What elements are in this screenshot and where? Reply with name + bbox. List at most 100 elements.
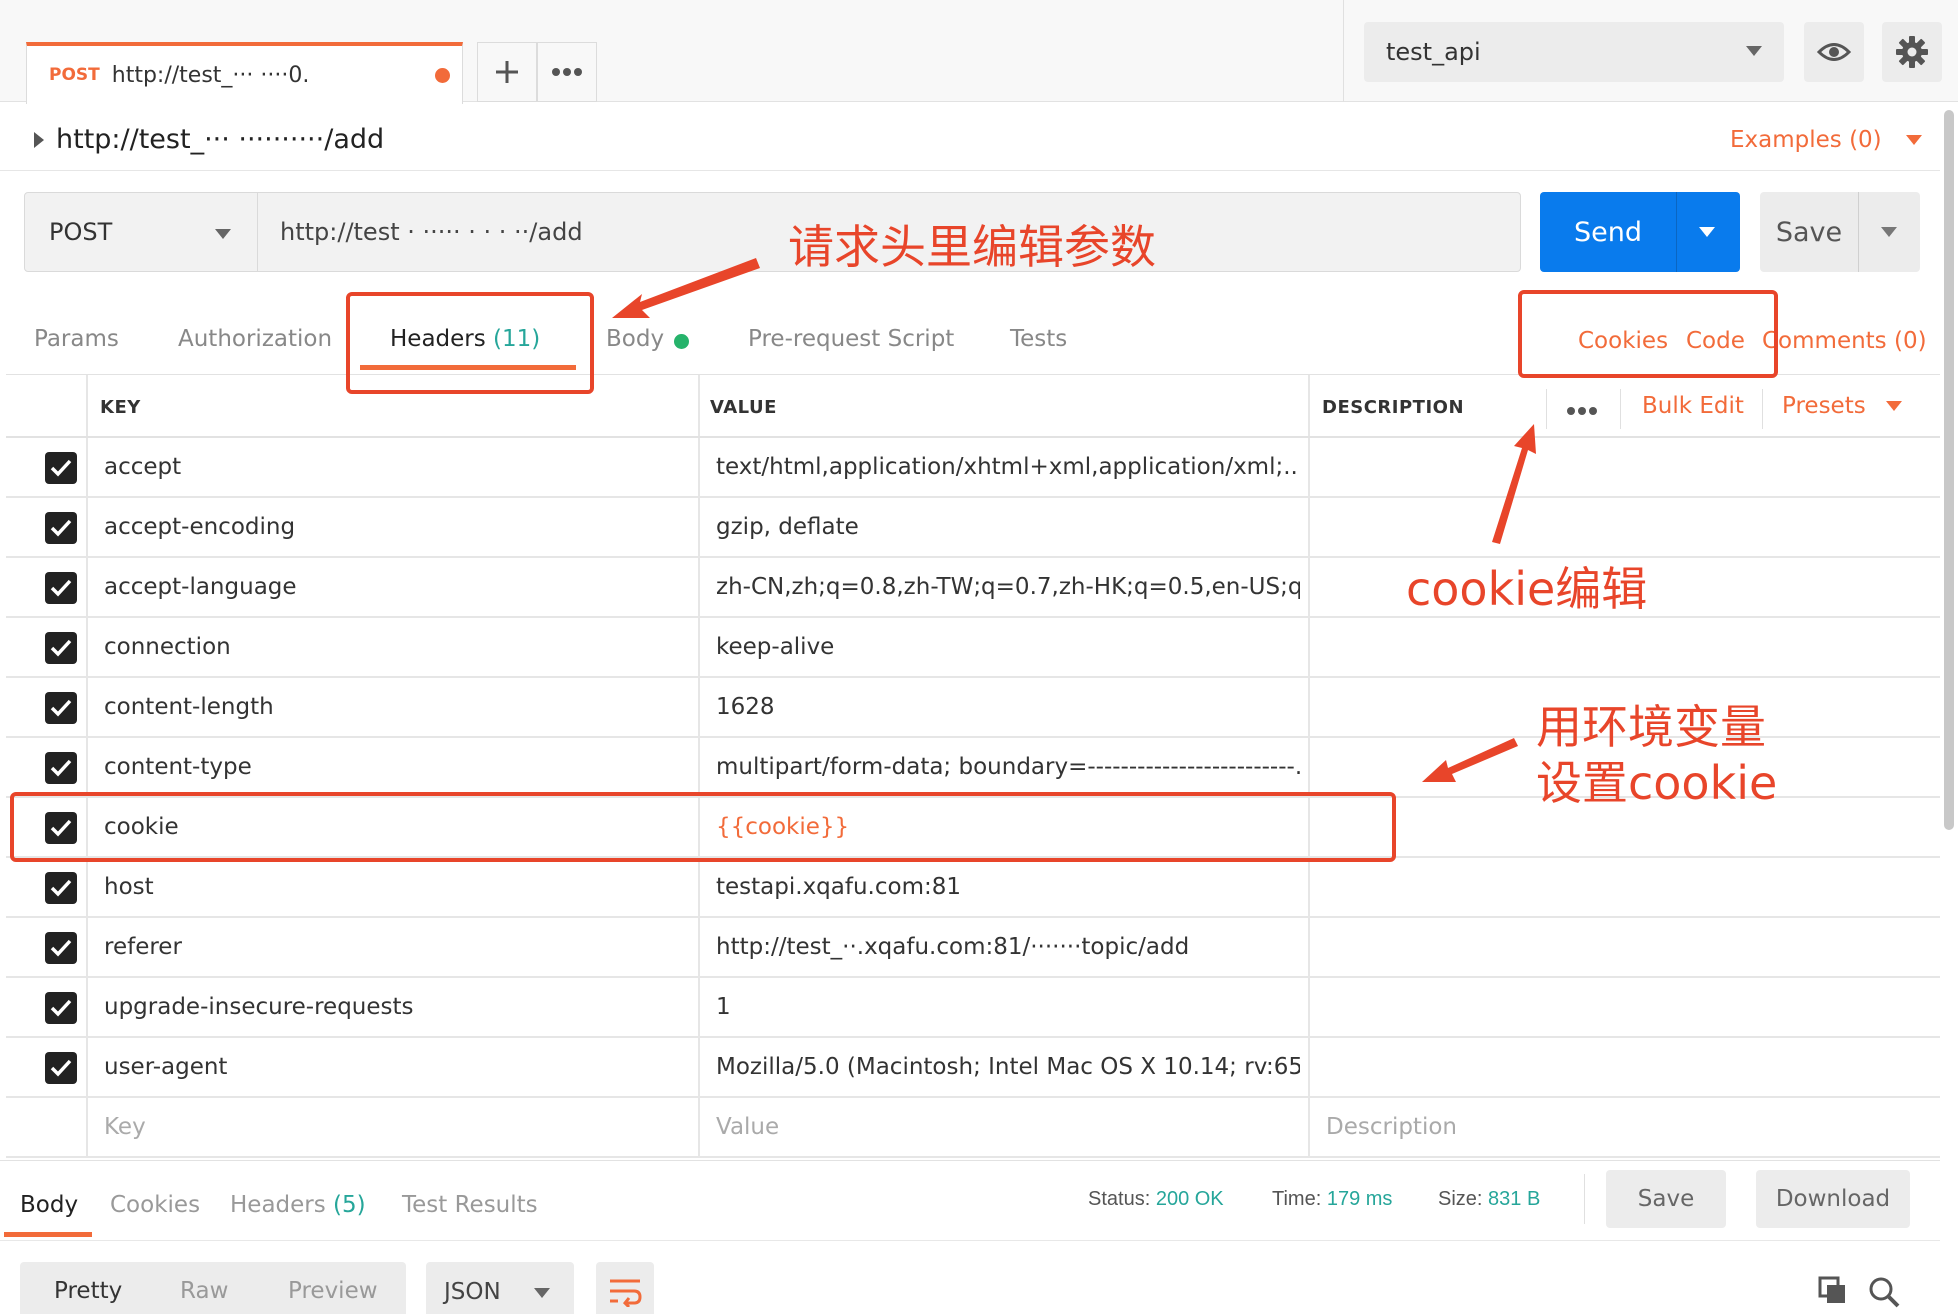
- header-description-cell[interactable]: [1326, 978, 1926, 1036]
- response-tab-headers[interactable]: Headers (5): [230, 1192, 366, 1218]
- response-tab-cookies[interactable]: Cookies: [110, 1192, 200, 1218]
- table-row: host testapi.xqafu.com:81: [6, 858, 1940, 918]
- status-value: 200 OK: [1155, 1188, 1224, 1210]
- wrap-lines-button[interactable]: [596, 1262, 654, 1314]
- header-value-cell[interactable]: 1: [716, 978, 1300, 1036]
- more-tabs-button[interactable]: [537, 42, 597, 102]
- header-value-cell[interactable]: testapi.xqafu.com:81: [716, 858, 1300, 916]
- header-key-cell[interactable]: accept: [104, 438, 690, 496]
- header-key-cell[interactable]: accept-encoding: [104, 498, 690, 556]
- toolbar-divider: [1584, 1174, 1585, 1224]
- scrollbar[interactable]: [1944, 110, 1954, 830]
- more-horizontal-icon: [552, 68, 582, 76]
- environment-select[interactable]: test_api: [1364, 22, 1784, 82]
- header-key-cell[interactable]: user-agent: [104, 1038, 690, 1096]
- settings-button[interactable]: [1882, 22, 1942, 82]
- bulk-edit-link[interactable]: Bulk Edit: [1642, 393, 1744, 419]
- response-tab-test-results[interactable]: Test Results: [402, 1192, 538, 1218]
- header-enabled-checkbox[interactable]: [45, 452, 77, 484]
- new-value-input[interactable]: Value: [716, 1098, 779, 1156]
- header-value-cell[interactable]: text/html,application/xhtml+xml,applicat…: [716, 438, 1300, 496]
- chevron-down-icon: [1905, 135, 1922, 145]
- column-divider: [86, 618, 88, 676]
- header-value-cell[interactable]: http://test_··.xqafu.com:81/·······topic…: [716, 918, 1300, 976]
- language-select[interactable]: JSON: [426, 1262, 574, 1314]
- response-tab-body[interactable]: Body: [20, 1192, 78, 1218]
- column-divider: [1308, 558, 1310, 616]
- header-enabled-checkbox[interactable]: [45, 992, 77, 1024]
- header-value-cell[interactable]: gzip, deflate: [716, 498, 1300, 556]
- header-key-cell[interactable]: host: [104, 858, 690, 916]
- new-description-input[interactable]: Description: [1326, 1098, 1457, 1156]
- save-response-button[interactable]: Save: [1606, 1170, 1726, 1228]
- header-key-cell[interactable]: content-length: [104, 678, 690, 736]
- header-value-cell[interactable]: zh-CN,zh;q=0.8,zh-TW;q=0.7,zh-HK;q=0.5,e…: [716, 558, 1300, 616]
- column-divider: [1308, 1098, 1310, 1156]
- header-description-cell[interactable]: [1326, 918, 1926, 976]
- checkmark-icon: [50, 579, 72, 597]
- chevron-down-icon: [215, 229, 231, 239]
- search-button[interactable]: [1868, 1276, 1900, 1312]
- table-options-button[interactable]: [1566, 393, 1598, 423]
- table-row: accept text/html,application/xhtml+xml,ap…: [6, 438, 1940, 498]
- request-breadcrumb[interactable]: http://test_··· ··········/add: [34, 124, 384, 155]
- plus-icon: [496, 61, 518, 83]
- header-description-cell[interactable]: [1326, 1038, 1926, 1096]
- comments-link[interactable]: Comments (0): [1762, 328, 1927, 354]
- header-enabled-checkbox[interactable]: [45, 872, 77, 904]
- header-key-cell[interactable]: upgrade-insecure-requests: [104, 978, 690, 1036]
- header-key-cell[interactable]: accept-language: [104, 558, 690, 616]
- header-enabled-checkbox[interactable]: [45, 932, 77, 964]
- tab-pre-request-script[interactable]: Pre-request Script: [748, 326, 954, 352]
- column-divider: [698, 978, 700, 1036]
- annotation-cookies-box: [1518, 290, 1778, 378]
- tab-tests[interactable]: Tests: [1010, 326, 1067, 352]
- header-enabled-checkbox[interactable]: [45, 572, 77, 604]
- header-key-cell[interactable]: content-type: [104, 738, 690, 796]
- chevron-down-icon[interactable]: [1699, 227, 1715, 237]
- request-tab-url: http://test_··· ····0.: [111, 62, 310, 88]
- column-divider: [86, 738, 88, 796]
- environment-quick-look-button[interactable]: [1804, 22, 1864, 82]
- tab-authorization[interactable]: Authorization: [178, 326, 332, 352]
- chevron-down-icon[interactable]: [1881, 227, 1897, 237]
- tab-body[interactable]: Body: [606, 326, 664, 352]
- request-title: http://test_··· ··········/add: [56, 124, 385, 155]
- format-preview[interactable]: Preview: [288, 1278, 378, 1304]
- request-tab[interactable]: POST http://test_··· ····0.: [26, 42, 463, 104]
- header-description-cell[interactable]: [1326, 858, 1926, 916]
- format-pretty[interactable]: Pretty: [54, 1278, 122, 1304]
- header-enabled-checkbox[interactable]: [45, 512, 77, 544]
- header-enabled-checkbox[interactable]: [45, 632, 77, 664]
- header-value-cell[interactable]: 1628: [716, 678, 1300, 736]
- header-key-cell[interactable]: connection: [104, 618, 690, 676]
- response-time: Time: 179 ms: [1272, 1188, 1392, 1211]
- presets-dropdown[interactable]: Presets: [1782, 393, 1902, 419]
- header-description-cell[interactable]: [1326, 498, 1926, 556]
- new-tab-button[interactable]: [477, 42, 537, 102]
- header-value-cell[interactable]: keep-alive: [716, 618, 1300, 676]
- time-value: 179 ms: [1326, 1188, 1393, 1210]
- new-key-input[interactable]: Key: [104, 1098, 146, 1156]
- wrap-lines-icon: [610, 1279, 642, 1307]
- tab-params[interactable]: Params: [34, 326, 119, 352]
- method-select[interactable]: POST: [24, 192, 258, 272]
- save-button[interactable]: Save: [1760, 192, 1920, 272]
- format-raw[interactable]: Raw: [180, 1278, 228, 1304]
- table-row: upgrade-insecure-requests 1: [6, 978, 1940, 1038]
- examples-dropdown[interactable]: Examples (0): [1730, 127, 1922, 153]
- column-divider: [698, 558, 700, 616]
- header-value-cell[interactable]: multipart/form-data; boundary=----------…: [716, 738, 1300, 796]
- copy-button[interactable]: [1818, 1276, 1848, 1310]
- header-enabled-checkbox[interactable]: [45, 1052, 77, 1084]
- send-button[interactable]: Send: [1540, 192, 1740, 272]
- column-divider: [698, 1038, 700, 1096]
- header-description-cell[interactable]: [1326, 438, 1926, 496]
- headers-table-header: KEY VALUE DESCRIPTION Bulk Edit Presets: [6, 374, 1940, 438]
- header-key-cell[interactable]: referer: [104, 918, 690, 976]
- header-value-cell[interactable]: Mozilla/5.0 (Macintosh; Intel Mac OS X 1…: [716, 1038, 1300, 1096]
- header-enabled-checkbox[interactable]: [45, 752, 77, 784]
- header-enabled-checkbox[interactable]: [45, 692, 77, 724]
- download-button[interactable]: Download: [1756, 1170, 1910, 1228]
- header-description-cell[interactable]: [1326, 618, 1926, 676]
